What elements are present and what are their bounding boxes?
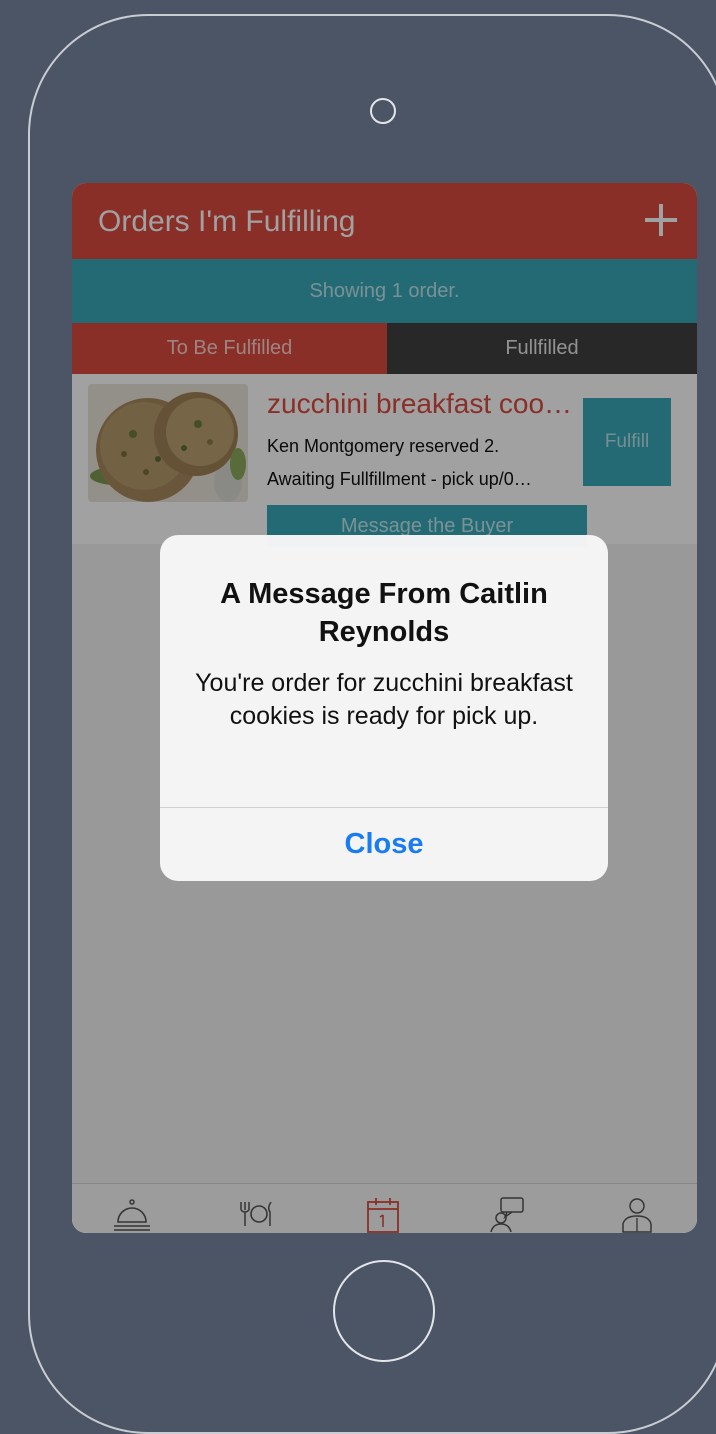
message-alert-dialog: A Message From Caitlin Reynolds You're o… [160,535,608,881]
close-button[interactable]: Close [160,808,608,881]
front-camera [370,98,396,124]
alert-message: You're order for zucchini breakfast cook… [195,669,573,730]
home-button[interactable] [333,1260,435,1362]
alert-title: A Message From Caitlin Reynolds [220,578,548,648]
